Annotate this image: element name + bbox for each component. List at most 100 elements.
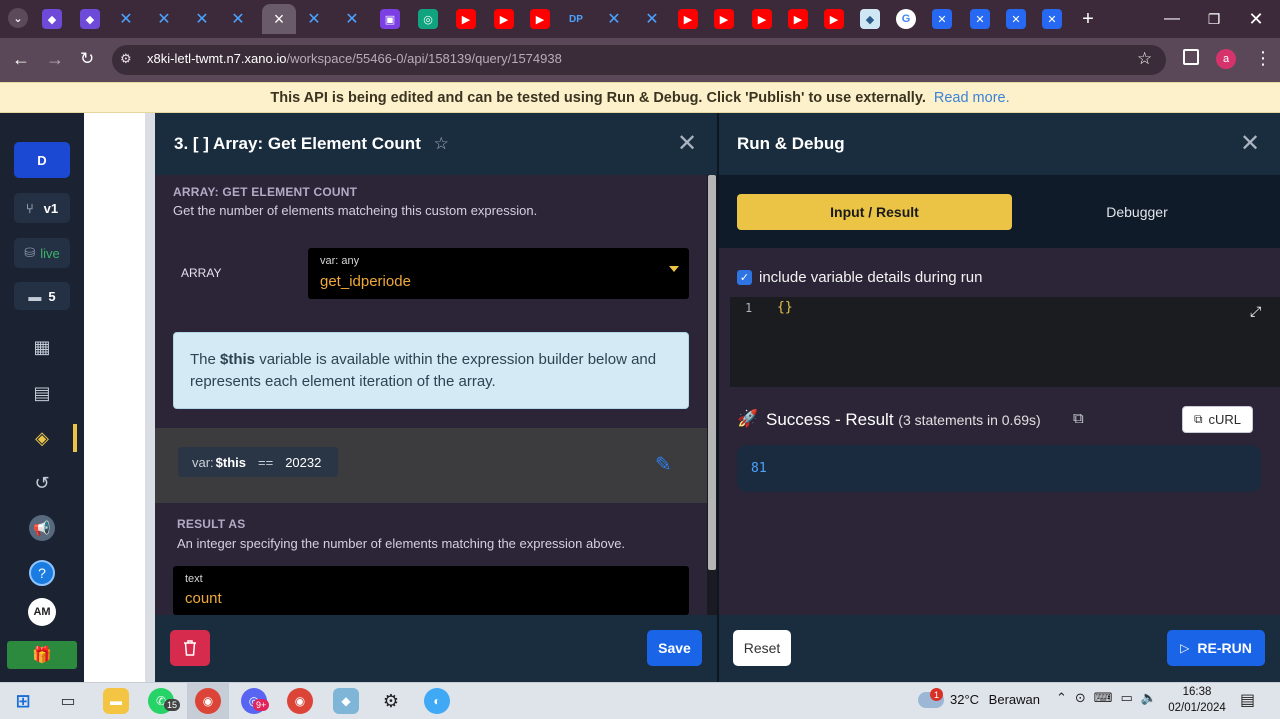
app-icon[interactable]: ◐ [424,688,450,714]
google-tab-icon[interactable]: G [896,9,916,29]
browser-menu-icon[interactable]: ⋮ [1254,48,1272,69]
xano-tab-icon[interactable]: ✕ [604,9,624,29]
minimize-icon[interactable]: — [1162,9,1182,29]
forward-icon[interactable]: → [46,49,64,70]
edit-pencil-icon[interactable]: ✎ [655,452,672,477]
expression-chip[interactable]: var: $this == 20232 [178,447,338,477]
chevron-down-icon [669,266,679,272]
active-tab-close-icon[interactable]: × [262,4,296,34]
step-title-row: 3. [ ] Array: Get Element Count ☆ [174,134,449,154]
reload-icon[interactable]: ↻ [80,49,94,69]
youtube-tab-icon[interactable]: ▶ [530,9,550,29]
include-details-label: include variable details during run [759,269,983,286]
step-title: 3. [ ] Array: Get Element Count [174,134,421,153]
youtube-tab-icon[interactable]: ▶ [752,9,772,29]
tab-input-result[interactable]: Input / Result [737,194,1012,230]
save-button[interactable]: Save [647,630,702,666]
gift-icon[interactable]: 🎁 [7,641,77,669]
clock-date: 02/01/2024 [1168,702,1226,714]
sidepanel-icon[interactable] [1183,49,1199,65]
read-more-link[interactable]: Read more. [934,90,1010,106]
notifications-icon[interactable]: ▤ [1240,690,1255,710]
input-json-editor[interactable]: 1 {} ⤢ [730,297,1280,387]
weather-badge: 1 [930,688,943,701]
weather-text[interactable]: 32°C Berawan [950,692,1040,707]
tab-debugger-label: Debugger [1106,204,1168,220]
tab-favicon[interactable]: DP [566,9,586,29]
tab-search-icon[interactable]: ⌄ [8,8,28,28]
announcements-icon[interactable]: 📢 [29,515,55,541]
help-icon[interactable]: ? [29,560,55,586]
gutter-scrollbar[interactable] [145,113,155,682]
info-suffix: variable is available within the express… [190,351,657,390]
settings-gear-icon[interactable]: ⚙ [378,688,404,714]
xano-tab-icon[interactable]: ✕ [192,9,212,29]
api-layers-icon[interactable]: ◈ [32,428,52,448]
array-select[interactable]: var: any get_idperiode [308,248,689,299]
live-status-button[interactable]: ⛁ live [14,238,70,268]
tab-debugger[interactable]: Debugger [1012,194,1262,230]
chatgpt-tab-icon[interactable]: ◎ [418,9,438,29]
include-details-checkbox[interactable]: ✓ [737,270,752,285]
array-label: ARRAY [181,266,222,280]
branch-icon: ⑂ [25,200,34,216]
system-tray-icons[interactable]: ⌃⊙⌨▭🔈 [1056,690,1165,706]
rerun-button[interactable]: ▷ RE-RUN [1167,630,1265,666]
xano-tab-icon[interactable]: ✕ [342,9,362,29]
expand-icon[interactable]: ⤢ [1250,303,1261,320]
xano-tab-icon[interactable]: ✕ [116,9,136,29]
url-path: /workspace/55466-0/api/158139/query/1574… [286,51,562,66]
xano-tab-icon[interactable]: ✕ [970,9,990,29]
success-meta: (3 statements in 0.69s) [898,412,1041,428]
xano-tab-icon[interactable]: ✕ [154,9,174,29]
scrollbar-thumb[interactable] [708,175,716,570]
window-close-icon[interactable]: ✕ [1246,9,1266,29]
copy-icon[interactable]: ⧉ [1073,410,1084,427]
task-view-icon[interactable]: ▭ [55,688,81,714]
windows-start-icon[interactable]: ⊞ [10,688,36,714]
youtube-tab-icon[interactable]: ▶ [494,9,514,29]
youtube-tab-icon[interactable]: ▶ [824,9,844,29]
restore-icon[interactable]: ❐ [1204,9,1224,29]
youtube-tab-icon[interactable]: ▶ [788,9,808,29]
xano-tab-icon[interactable]: ✕ [228,9,248,29]
youtube-tab-icon[interactable]: ▶ [456,9,476,29]
info-bold: $this [220,351,256,368]
debug-close-icon[interactable]: ✕ [1240,132,1260,156]
favorite-star-icon[interactable]: ☆ [434,134,449,153]
xano-tab-icon[interactable]: ✕ [1006,9,1026,29]
tab-favicon[interactable]: ◆ [860,9,880,29]
history-icon[interactable]: ↺ [32,473,52,493]
xano-tab-icon[interactable]: ✕ [642,9,662,29]
file-explorer-icon[interactable]: ▬ [103,688,129,714]
reset-button[interactable]: Reset [733,630,791,666]
new-tab-icon[interactable]: + [1078,8,1098,30]
bookmark-star-icon[interactable]: ☆ [1137,49,1152,69]
delete-button[interactable] [170,630,210,666]
xano-tab-icon[interactable]: ✕ [932,9,952,29]
clock[interactable]: 16:38 02/01/2024 [1168,684,1226,716]
user-avatar[interactable]: AM [28,598,56,626]
step-close-icon[interactable]: ✕ [677,132,697,156]
youtube-tab-icon[interactable]: ▶ [678,9,698,29]
chrome-profile-icon[interactable]: ◉ [287,688,313,714]
profile-avatar[interactable]: a [1216,49,1236,69]
dashboard-icon[interactable]: ▦ [32,337,52,357]
comments-button[interactable]: ▬ 5 [14,282,70,310]
result-variable-field[interactable]: text count [173,566,689,615]
xano-tab-icon[interactable]: ✕ [304,9,324,29]
tab-favicon[interactable]: ◆ [42,9,62,29]
workspace-button[interactable]: D [14,142,70,178]
youtube-tab-icon[interactable]: ▶ [714,9,734,29]
tab-favicon[interactable]: ◆ [80,9,100,29]
xano-tab-icon[interactable]: ✕ [1042,9,1062,29]
back-icon[interactable]: ← [12,49,30,70]
site-info-icon[interactable]: ⚙ [120,51,132,67]
version-button[interactable]: ⑂ v1 [14,193,70,223]
result-as-label: RESULT AS [177,517,246,531]
database-tables-icon[interactable]: ▤ [32,383,52,403]
tab-favicon[interactable]: ▣ [380,9,400,29]
app-icon[interactable]: ◆ [333,688,359,714]
curl-button[interactable]: ⧉ cURL [1182,406,1253,433]
chrome-icon[interactable]: ◉ [195,688,221,714]
